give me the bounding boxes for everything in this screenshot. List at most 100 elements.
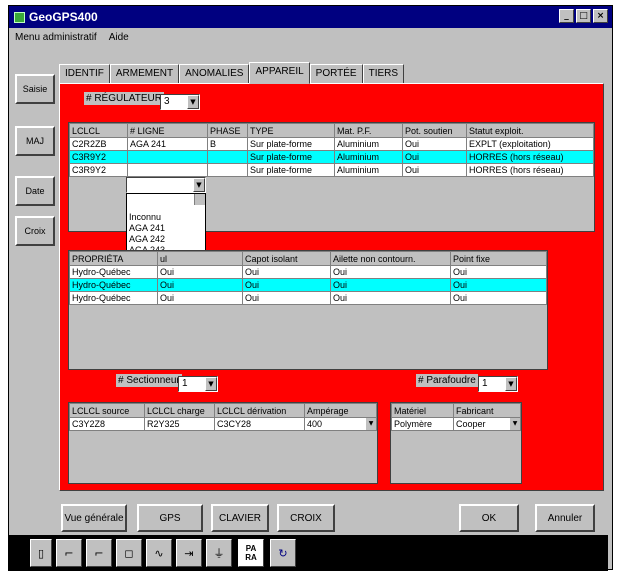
ground-icon[interactable]: ⏚ — [206, 539, 232, 567]
col-header: LCLCL charge — [144, 403, 215, 418]
maximize-icon[interactable]: □ — [576, 9, 591, 23]
cell[interactable]: Oui — [157, 265, 243, 279]
ligne-select[interactable]: ▼ — [126, 177, 206, 193]
proprietaire-grid[interactable]: PROPRIÉTA ul Capot isolant Ailette non c… — [68, 250, 548, 370]
cell[interactable]: C3R9Y2 — [69, 163, 128, 177]
cell[interactable]: Polymère — [391, 417, 454, 431]
col-header: Pot. soutien — [402, 123, 467, 138]
table-row-selected[interactable]: C3R9Y2 Sur plate-forme Aluminium Oui HOR… — [69, 150, 594, 164]
saisie-button[interactable]: Saisie — [15, 74, 55, 104]
cell[interactable]: Oui — [242, 278, 331, 292]
table-row[interactable]: C3R9Y2 Sur plate-forme Aluminium Oui HOR… — [69, 163, 594, 177]
menu-aide[interactable]: Aide — [103, 32, 135, 43]
transformer-icon[interactable]: ◻ — [116, 539, 142, 567]
gps-button[interactable]: GPS — [137, 504, 203, 532]
cell[interactable] — [207, 163, 248, 177]
table-row-selected[interactable]: Hydro-Québec Oui Oui Oui Oui — [69, 278, 547, 292]
cell[interactable]: B — [207, 137, 248, 151]
tab-portee[interactable]: PORTÉE — [309, 64, 363, 84]
vue-generale-button[interactable]: Vue générale — [61, 504, 127, 532]
cell[interactable]: Oui — [157, 278, 243, 292]
annuler-button[interactable]: Annuler — [535, 504, 595, 532]
chevron-down-icon[interactable]: ▼ — [193, 178, 205, 192]
cell[interactable]: Cooper ▼ — [453, 417, 521, 431]
table-row[interactable]: Polymère Cooper ▼ — [391, 417, 521, 431]
parafoudre-select[interactable]: 1 ▼ — [478, 376, 518, 392]
croix-side-button[interactable]: Croix — [15, 216, 55, 246]
cell[interactable]: Aluminium — [334, 150, 403, 164]
cell[interactable]: Hydro-Québec — [69, 265, 158, 279]
cell[interactable]: Oui — [330, 265, 451, 279]
cell[interactable]: Oui — [157, 291, 243, 305]
tab-armement[interactable]: ARMEMENT — [109, 64, 180, 84]
menu-administratif[interactable]: Menu administratif — [9, 32, 103, 43]
table-row[interactable]: Hydro-Québec Oui Oui Oui Oui — [69, 291, 547, 305]
table-row[interactable]: C3Y2Z8 R2Y325 C3CY28 400 ▼ — [69, 417, 377, 431]
ok-button[interactable]: OK — [459, 504, 519, 532]
table-row[interactable]: C2R2ZB AGA 241 B Sur plate-forme Alumini… — [69, 137, 594, 151]
maj-button[interactable]: MAJ — [15, 126, 55, 156]
cell[interactable]: EXPLT (exploitation) — [466, 137, 594, 151]
chevron-down-icon[interactable]: ▼ — [505, 377, 517, 391]
cell[interactable] — [127, 150, 208, 164]
cell[interactable]: Aluminium — [334, 137, 403, 151]
cell[interactable]: HORRES (hors réseau) — [466, 163, 594, 177]
capacitor-icon[interactable]: ⇥ — [176, 539, 202, 567]
chevron-down-icon[interactable]: ▼ — [205, 377, 217, 391]
cell[interactable]: Oui — [450, 278, 547, 292]
tab-anomalies[interactable]: ANOMALIES — [179, 64, 250, 84]
dropdown-scrollbar[interactable] — [194, 194, 205, 205]
cell[interactable]: Hydro-Québec — [69, 291, 158, 305]
croix-button[interactable]: CROIX — [277, 504, 335, 532]
cell[interactable]: Sur plate-forme — [247, 150, 335, 164]
cell[interactable]: Sur plate-forme — [247, 137, 335, 151]
cell[interactable]: Oui — [330, 291, 451, 305]
cell[interactable]: Oui — [402, 150, 467, 164]
date-button[interactable]: Date — [15, 176, 55, 206]
cell[interactable]: Oui — [242, 291, 331, 305]
cell[interactable]: C3CY28 — [214, 417, 305, 431]
pa-ra-button[interactable]: PA RA — [238, 539, 264, 567]
list-item[interactable]: AGA 241 — [127, 223, 205, 234]
regulator-icon[interactable]: ∿ — [146, 539, 172, 567]
tab-identif[interactable]: IDENTIF — [59, 64, 110, 84]
cell[interactable]: Oui — [402, 163, 467, 177]
switch-closed-icon[interactable]: ⌐ — [86, 539, 112, 567]
sectionneur-grid[interactable]: LCLCL source LCLCL charge LCLCL dérivati… — [68, 402, 378, 484]
cell[interactable]: Oui — [242, 265, 331, 279]
close-icon[interactable]: × — [593, 9, 608, 23]
cell[interactable]: Sur plate-forme — [247, 163, 335, 177]
parafoudre-grid[interactable]: Matériel Fabricant Polymère Cooper ▼ — [390, 402, 522, 484]
cell[interactable]: Hydro-Québec — [69, 278, 158, 292]
cell[interactable]: Oui — [450, 291, 547, 305]
cell[interactable]: Oui — [402, 137, 467, 151]
table-row[interactable]: Hydro-Québec Oui Oui Oui Oui — [69, 265, 547, 279]
cell[interactable]: Aluminium — [334, 163, 403, 177]
sectionneur-select[interactable]: 1 ▼ — [178, 376, 218, 392]
cell[interactable]: C3Y2Z8 — [69, 417, 145, 431]
cell[interactable]: R2Y325 — [144, 417, 215, 431]
chevron-down-icon[interactable]: ▼ — [187, 95, 199, 109]
switch-open-icon[interactable]: ⌐ — [56, 539, 82, 567]
cell[interactable]: C2R2ZB — [69, 137, 128, 151]
cell[interactable]: Oui — [450, 265, 547, 279]
cell[interactable]: AGA 241 — [127, 137, 208, 151]
chevron-down-icon[interactable]: ▼ — [510, 418, 520, 430]
fuse-icon[interactable]: ▯ — [30, 539, 52, 567]
rotate-icon[interactable]: ↻ — [270, 539, 296, 567]
tab-appareil[interactable]: APPAREIL — [249, 62, 310, 84]
cell[interactable]: 400 ▼ — [304, 417, 377, 431]
regulateur-label: # RÉGULATEUR — [84, 92, 164, 105]
tab-tiers[interactable]: TIERS — [362, 64, 405, 84]
cell[interactable] — [207, 150, 248, 164]
list-item[interactable]: Inconnu — [127, 212, 205, 223]
cell[interactable]: Oui — [330, 278, 451, 292]
list-item[interactable]: AGA 242 — [127, 234, 205, 245]
clavier-button[interactable]: CLAVIER — [211, 504, 269, 532]
regulateur-select[interactable]: 3 ▼ — [160, 94, 200, 110]
cell[interactable]: HORRES (hors réseau) — [466, 150, 594, 164]
chevron-down-icon[interactable]: ▼ — [366, 418, 376, 430]
cell[interactable] — [127, 163, 208, 177]
minimize-icon[interactable]: _ — [559, 9, 574, 23]
cell[interactable]: C3R9Y2 — [69, 150, 128, 164]
